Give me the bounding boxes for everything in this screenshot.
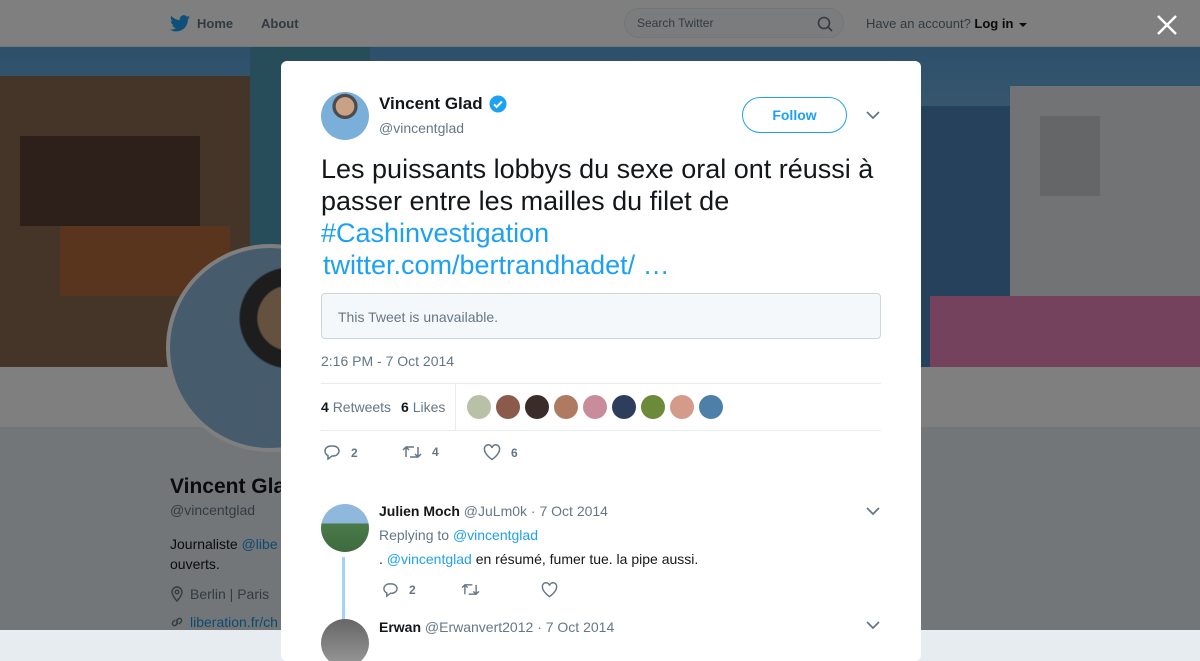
reply-chevron-down-icon[interactable] (866, 507, 880, 516)
reply1-reply-action[interactable]: 2 (382, 582, 416, 598)
reply-header: Julien Moch @JuLm0k · 7 Oct 2014 (379, 503, 608, 519)
tweet-modal: Vincent Glad @vincentglad Follow Les pui… (281, 61, 921, 661)
liker-avatar[interactable] (641, 395, 665, 419)
likes-label: Likes (412, 399, 446, 415)
author-name-row[interactable]: Vincent Glad (379, 94, 507, 114)
quoted-tweet-unavailable: This Tweet is unavailable. (321, 293, 881, 339)
stats-divider-top (321, 383, 881, 384)
reply-icon (383, 583, 398, 598)
liker-avatar[interactable] (554, 395, 578, 419)
reply-author-name[interactable]: Julien Moch (379, 503, 460, 519)
reply-date[interactable]: · 7 Oct 2014 (531, 503, 608, 519)
retweet-icon (402, 445, 422, 459)
reply-count: 2 (351, 445, 358, 460)
reply1-like-action[interactable] (541, 582, 568, 598)
reply2-date[interactable]: · 7 Oct 2014 (537, 619, 614, 635)
stats-divider-bottom (321, 430, 881, 431)
liker-avatar[interactable] (496, 395, 520, 419)
reply2-author-name[interactable]: Erwan (379, 619, 421, 635)
retweet-count: 4 (432, 445, 439, 459)
likes-stat[interactable]: 6 Likes (401, 399, 445, 415)
verified-badge-icon (489, 95, 507, 113)
reply2-header: Erwan @Erwanvert2012 · 7 Oct 2014 (379, 619, 614, 635)
reply-avatar[interactable] (321, 504, 369, 552)
tweet-timestamp[interactable]: 2:16 PM - 7 Oct 2014 (321, 353, 454, 369)
retweet-icon (461, 583, 480, 596)
retweets-stat[interactable]: 4 Retweets (321, 399, 391, 415)
liker-avatar[interactable] (612, 395, 636, 419)
close-icon[interactable] (1154, 12, 1180, 38)
liker-avatar[interactable] (670, 395, 694, 419)
tweet-text: Les puissants lobbys du sexe oral ont ré… (321, 153, 891, 281)
retweet-action[interactable]: 4 (402, 444, 439, 460)
author-name[interactable]: Vincent Glad (379, 94, 483, 114)
follow-button[interactable]: Follow (742, 97, 847, 133)
stats-separator (455, 384, 456, 430)
hashtag-link[interactable]: #Cashinvestigation (321, 217, 891, 249)
likes-count: 6 (401, 399, 409, 415)
reply1-retweet-action[interactable] (461, 582, 490, 597)
likers-avatars (467, 395, 728, 419)
like-count: 6 (511, 445, 518, 460)
reply-text-prefix: . (379, 551, 387, 567)
reply-icon (324, 445, 340, 461)
liker-avatar[interactable] (583, 395, 607, 419)
reply-text-body: en résumé, fumer tue. la pipe aussi. (471, 551, 699, 567)
heart-icon (483, 444, 501, 461)
reply1-reply-count: 2 (409, 583, 416, 597)
author-avatar[interactable] (321, 92, 369, 140)
tweet-url-link[interactable]: twitter.com/bertrandhadet/ … (321, 249, 891, 281)
chevron-down-icon[interactable] (866, 111, 880, 120)
heart-icon (541, 582, 558, 598)
liker-avatar[interactable] (699, 395, 723, 419)
author-handle[interactable]: @vincentglad (379, 120, 464, 136)
liker-avatar[interactable] (525, 395, 549, 419)
replying-to-prefix: Replying to (379, 527, 453, 543)
reply-text: . @vincentglad en résumé, fumer tue. la … (379, 551, 698, 567)
reply-mention-link[interactable]: @vincentglad (387, 551, 472, 567)
tweet-body: Les puissants lobbys du sexe oral ont ré… (321, 154, 874, 216)
retweets-label: Retweets (332, 399, 392, 415)
liker-avatar[interactable] (467, 395, 491, 419)
reply-author-handle[interactable]: @JuLm0k (464, 503, 527, 519)
replying-to-link[interactable]: @vincentglad (453, 527, 538, 543)
replying-to: Replying to @vincentglad (379, 527, 538, 543)
reply-action[interactable]: 2 (323, 444, 358, 461)
retweets-count: 4 (321, 399, 329, 415)
reply2-chevron-down-icon[interactable] (866, 621, 880, 630)
reply2-author-handle[interactable]: @Erwanvert2012 (425, 619, 533, 635)
like-action[interactable]: 6 (483, 444, 518, 461)
reply2-avatar[interactable] (321, 619, 369, 661)
